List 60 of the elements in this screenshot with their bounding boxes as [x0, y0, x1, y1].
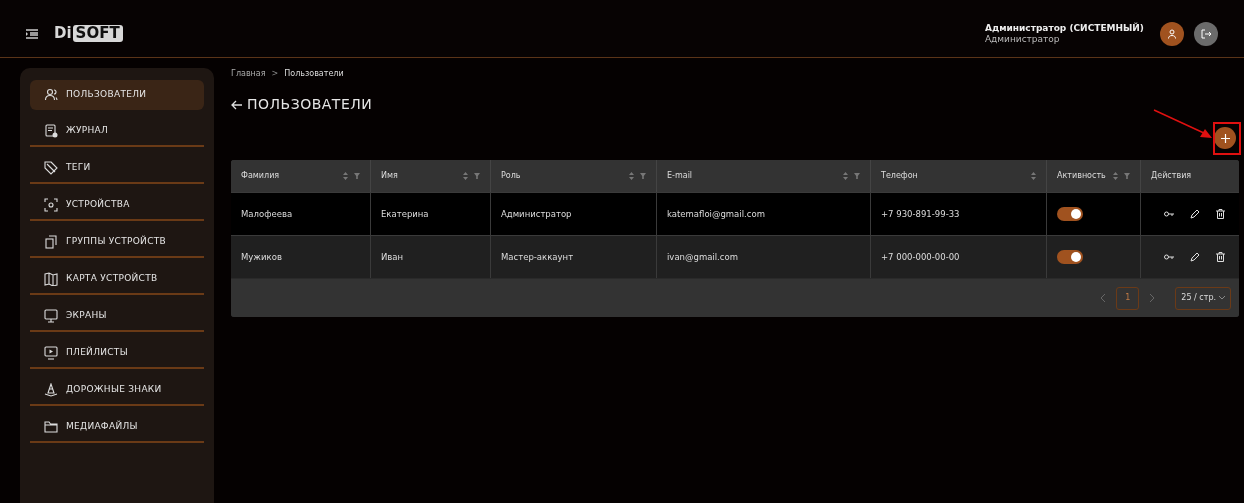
copy-icon	[44, 235, 58, 249]
sidebar-item[interactable]: УСТРОЙСТВА	[30, 191, 204, 221]
profile-button[interactable]	[1160, 21, 1184, 46]
breadcrumb-link[interactable]: Главная	[231, 68, 266, 80]
sidebar-item[interactable]: МЕДИАФАЙЛЫ	[30, 413, 204, 443]
sort-icon[interactable]	[463, 172, 468, 180]
sidebar-item[interactable]: ПЛЕЙЛИСТЫ	[30, 339, 204, 369]
filter-icon[interactable]	[474, 173, 480, 179]
plus-icon	[1220, 133, 1230, 143]
chevron-down-icon	[1219, 296, 1225, 300]
user-role: Администратор	[984, 33, 1061, 45]
logo: Di SOFT	[54, 25, 123, 42]
users-icon	[44, 88, 58, 102]
sort-icon[interactable]	[343, 172, 348, 180]
key-icon[interactable]	[1164, 254, 1174, 260]
map-icon	[44, 272, 58, 286]
back-arrow-icon[interactable]	[231, 99, 243, 110]
trash-icon[interactable]	[1216, 209, 1225, 219]
sidebar-item[interactable]: ДОРОЖНЫЕ ЗНАКИ	[30, 376, 204, 406]
play-icon	[44, 346, 58, 360]
sort-icon[interactable]	[843, 172, 848, 180]
key-icon[interactable]	[1164, 211, 1174, 217]
sidebar-item[interactable]: ГРУППЫ УСТРОЙСТВ	[30, 228, 204, 258]
filter-icon[interactable]	[640, 173, 646, 179]
add-button[interactable]	[1214, 127, 1236, 149]
sort-icon[interactable]	[1113, 172, 1118, 180]
trash-icon[interactable]	[1216, 252, 1225, 262]
annotation-arrow	[1153, 109, 1213, 139]
sort-icon[interactable]	[1031, 172, 1036, 180]
document-icon	[44, 124, 58, 138]
breadcrumb-current: Пользователи	[284, 68, 344, 80]
sidebar-item[interactable]: ЭКРАНЫ	[30, 302, 204, 332]
page-title: ПОЛЬЗОВАТЕЛИ	[247, 95, 373, 114]
activity-toggle[interactable]	[1057, 250, 1083, 264]
logout-icon	[1200, 28, 1212, 39]
tag-icon	[44, 161, 58, 175]
person-icon	[1167, 28, 1177, 39]
sidebar-item[interactable]: ПОЛЬЗОВАТЕЛИ	[30, 80, 204, 110]
breadcrumb-separator: >	[271, 68, 279, 80]
pencil-icon[interactable]	[1190, 252, 1200, 262]
sidebar-item[interactable]: ЖУРНАЛ	[30, 117, 204, 147]
logout-button[interactable]	[1194, 21, 1218, 46]
activity-toggle[interactable]	[1057, 207, 1083, 221]
filter-icon[interactable]	[854, 173, 860, 179]
page-number[interactable]: 1	[1116, 286, 1140, 310]
monitor-icon	[44, 309, 58, 323]
filter-icon[interactable]	[354, 173, 360, 179]
cone-icon	[44, 383, 58, 397]
user-name: Администратор (СИСТЕМНЫЙ)	[984, 22, 1144, 34]
filter-icon[interactable]	[1124, 173, 1130, 179]
folder-icon	[44, 420, 58, 434]
annotation-highlight	[1213, 122, 1241, 155]
page-size-select[interactable]: 25 / стр.	[1175, 286, 1231, 310]
sidebar-item[interactable]: ТЕГИ	[30, 154, 204, 184]
sort-icon[interactable]	[629, 172, 634, 180]
scan-icon	[44, 198, 58, 212]
pencil-icon[interactable]	[1190, 209, 1200, 219]
menu-icon[interactable]	[26, 28, 38, 39]
column-header[interactable]: Фамилия	[231, 160, 371, 192]
sidebar-item[interactable]: КАРТА УСТРОЙСТВ	[30, 265, 204, 295]
